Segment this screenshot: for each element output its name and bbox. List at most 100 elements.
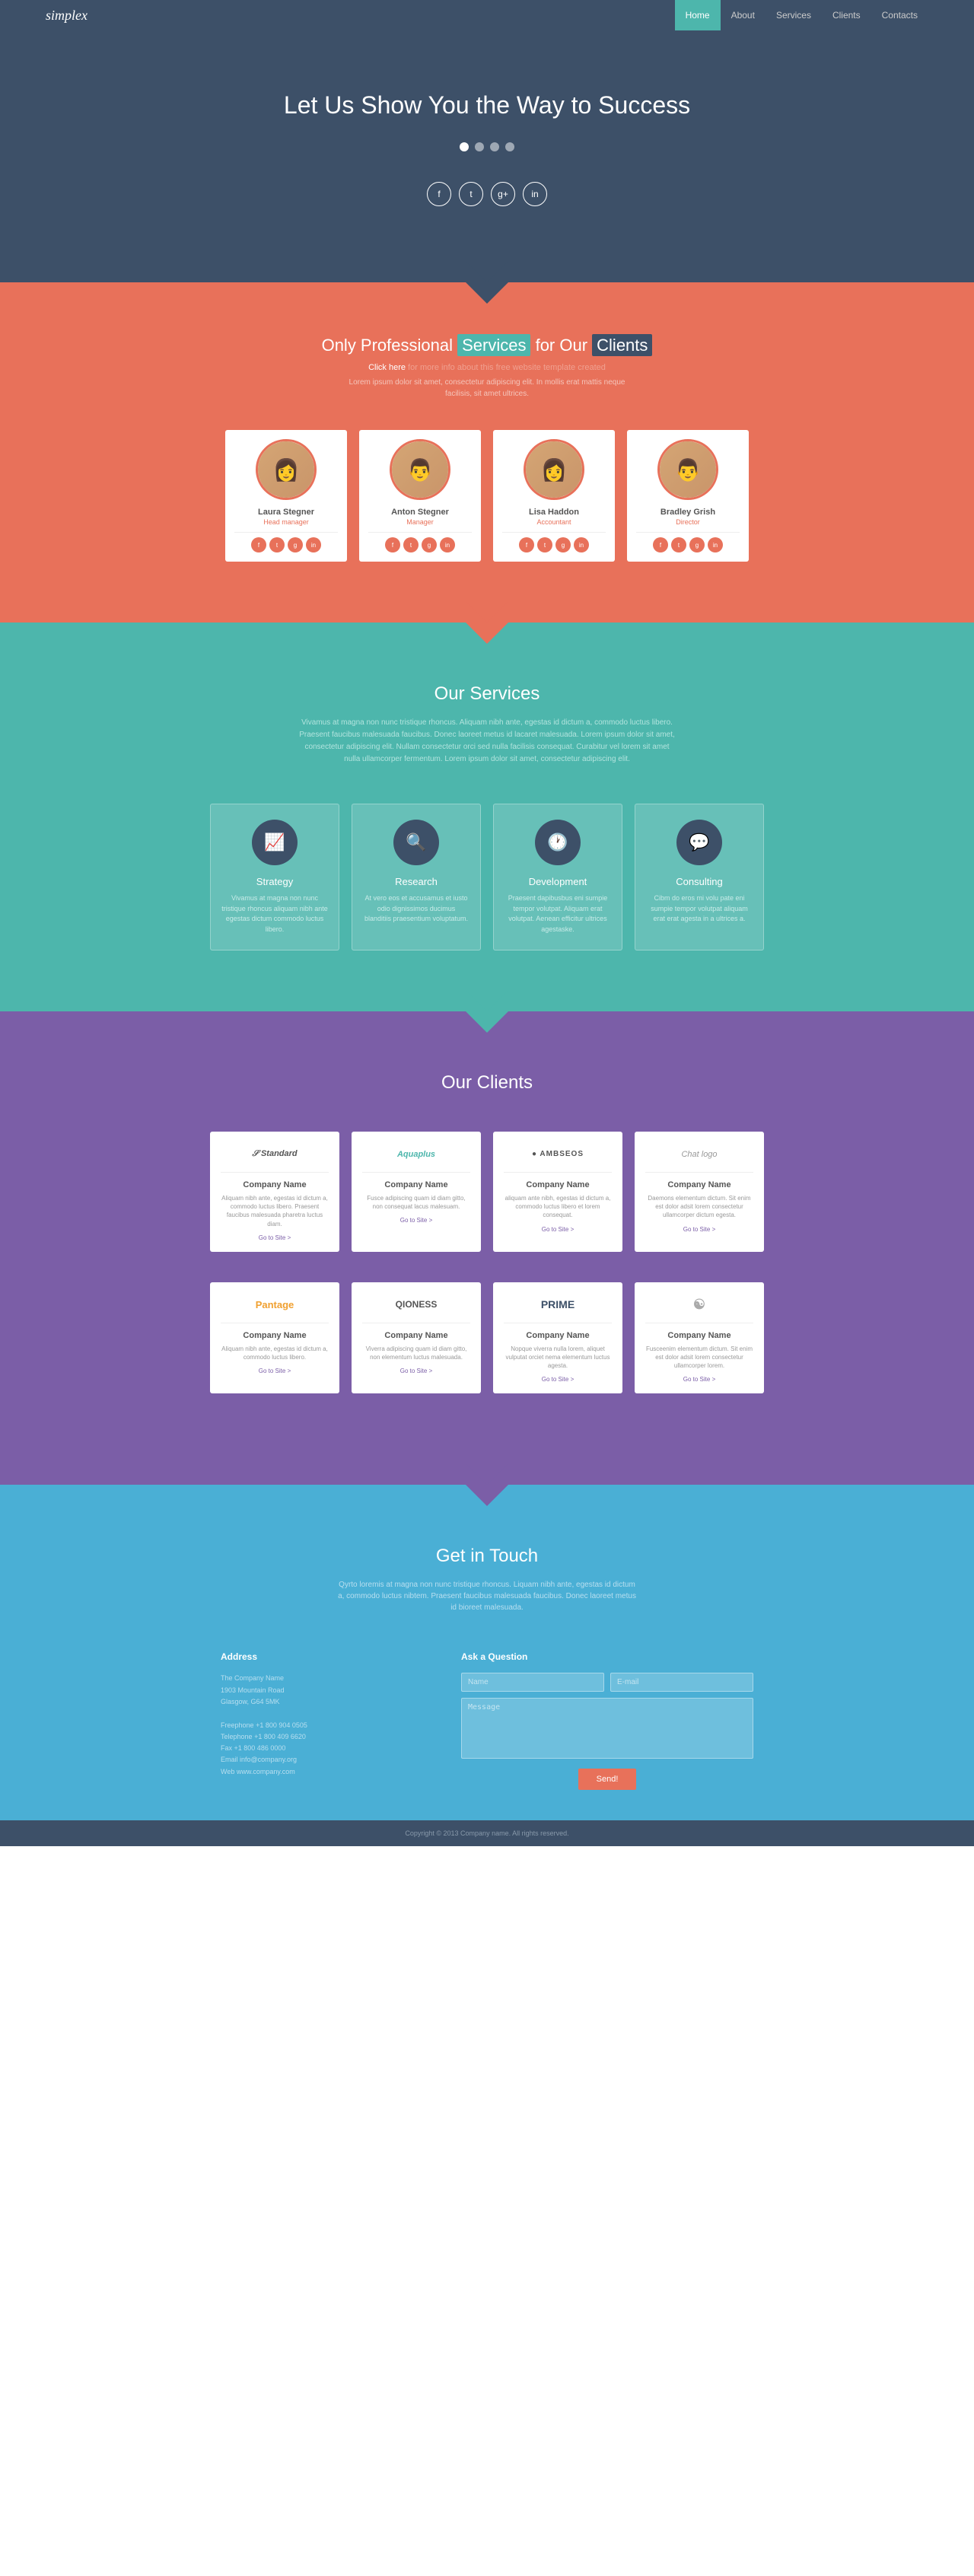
nav-item-services[interactable]: Services: [766, 0, 822, 30]
team-click-here: Click here for more info about this free…: [76, 363, 898, 372]
team-photo-1: 👩: [256, 439, 317, 500]
hero-dot-1[interactable]: [460, 142, 469, 151]
client-link-standard[interactable]: Go to Site >: [221, 1234, 329, 1241]
client-logo-aquaplus: Aquaplus: [362, 1142, 470, 1173]
contact-desc: Qyrto loremis at magna non nunc tristiqu…: [335, 1579, 639, 1613]
client-link-pantage[interactable]: Go to Site >: [221, 1368, 329, 1374]
team-social-t-2[interactable]: t: [403, 537, 419, 552]
team-name-1: Laura Stegner: [234, 508, 338, 517]
team-avatar-1: 👩: [258, 441, 314, 498]
team-social-f-1[interactable]: f: [251, 537, 266, 552]
nav-links: Home About Services Clients Contacts: [675, 0, 928, 30]
contact-email: Email info@company.org: [221, 1754, 415, 1766]
nav-link-services[interactable]: Services: [766, 0, 822, 30]
team-social-f-3[interactable]: f: [519, 537, 534, 552]
team-card-1: 👩 Laura Stegner Head manager f t g in: [225, 430, 347, 562]
nav-item-clients[interactable]: Clients: [822, 0, 871, 30]
team-title-mid: for Our: [530, 336, 592, 355]
hero-socials: f t g+ in: [15, 182, 959, 206]
service-desc-research: At vero eos et accusamus et iusto odio d…: [363, 893, 469, 925]
clients-section-bottom-arrow: [466, 1463, 508, 1485]
address-line2: 1903 Mountain Road: [221, 1685, 415, 1696]
hero-section: Let Us Show You the Way to Success f t g…: [0, 30, 974, 282]
client-card-pantage: Pantage Company Name Aliquam nibh ante, …: [210, 1282, 339, 1394]
consulting-icon: 💬: [676, 820, 722, 865]
social-google[interactable]: g+: [491, 182, 515, 206]
client-link-aquaplus[interactable]: Go to Site >: [362, 1217, 470, 1224]
client-link-qioness[interactable]: Go to Site >: [362, 1368, 470, 1374]
team-social-in-2[interactable]: in: [440, 537, 455, 552]
social-linkedin[interactable]: in: [523, 182, 547, 206]
contact-message-input[interactable]: [461, 1698, 753, 1759]
contact-form-label: Ask a Question: [461, 1651, 753, 1662]
client-link-brand4[interactable]: Go to Site >: [645, 1376, 753, 1383]
client-desc-chat: Daemons elementum dictum. Sit enim est d…: [645, 1194, 753, 1220]
service-title-strategy: Strategy: [221, 876, 328, 887]
service-title-research: Research: [363, 876, 469, 887]
nav-link-home[interactable]: Home: [675, 0, 721, 30]
nav-link-contacts[interactable]: Contacts: [871, 0, 928, 30]
team-social-t-1[interactable]: t: [269, 537, 285, 552]
address-line3: Glasgow, G64 5MK: [221, 1696, 415, 1708]
contact-columns: Address The Company Name 1903 Mountain R…: [221, 1651, 753, 1790]
strategy-icon: 📈: [252, 820, 298, 865]
team-social-g-2[interactable]: g: [422, 537, 437, 552]
team-role-4: Director: [636, 518, 740, 526]
team-social-g-3[interactable]: g: [555, 537, 571, 552]
navbar: simplex Home About Services Clients Cont…: [0, 0, 974, 30]
team-social-f-4[interactable]: f: [653, 537, 668, 552]
team-social-g-4[interactable]: g: [689, 537, 705, 552]
client-link-ambseos[interactable]: Go to Site >: [504, 1226, 612, 1233]
contact-section: Get in Touch Qyrto loremis at magna non …: [0, 1485, 974, 1820]
client-link-chat[interactable]: Go to Site >: [645, 1226, 753, 1233]
service-card-strategy: 📈 Strategy Vivamus at magna non nunc tri…: [210, 804, 339, 950]
team-social-in-1[interactable]: in: [306, 537, 321, 552]
team-title-clients: Clients: [592, 334, 652, 356]
team-avatar-4: 👨: [660, 441, 716, 498]
client-desc-pantage: Aliquam nibh ante, egestas id dictum a, …: [221, 1345, 329, 1361]
team-social-t-3[interactable]: t: [537, 537, 552, 552]
service-card-development: 🕐 Development Praesent dapibusbus eni su…: [493, 804, 622, 950]
team-click-link[interactable]: Click here: [368, 363, 406, 372]
contact-name-input[interactable]: [461, 1673, 604, 1692]
nav-link-about[interactable]: About: [721, 0, 766, 30]
hero-dots: [15, 142, 959, 151]
team-social-f-2[interactable]: f: [385, 537, 400, 552]
clients-grid-row1: 𝒮 Standard Company Name Aliquam nibh ant…: [76, 1132, 898, 1252]
nav-item-contacts[interactable]: Contacts: [871, 0, 928, 30]
client-logotext-ambseos: ● AMBSEOS: [532, 1150, 584, 1158]
social-facebook[interactable]: f: [427, 182, 451, 206]
nav-link-clients[interactable]: Clients: [822, 0, 871, 30]
team-avatar-3: 👩: [526, 441, 582, 498]
team-role-1: Head manager: [234, 518, 338, 526]
client-name-aquaplus: Company Name: [362, 1180, 470, 1189]
hero-dot-3[interactable]: [490, 142, 499, 151]
client-logotext-standard: 𝒮 Standard: [252, 1149, 297, 1159]
contact-submit-button[interactable]: Send!: [578, 1769, 637, 1790]
research-icon: 🔍: [393, 820, 439, 865]
hero-dot-2[interactable]: [475, 142, 484, 151]
team-social-t-4[interactable]: t: [671, 537, 686, 552]
contact-address-label: Address: [221, 1651, 415, 1662]
client-logo-ambseos: ● AMBSEOS: [504, 1142, 612, 1173]
nav-item-home[interactable]: Home: [675, 0, 721, 30]
team-socials-4: f t g in: [636, 537, 740, 552]
team-social-in-3[interactable]: in: [574, 537, 589, 552]
client-card-brand4: ☯ Company Name Fusceenim elementum dictu…: [635, 1282, 764, 1394]
nav-item-about[interactable]: About: [721, 0, 766, 30]
client-name-standard: Company Name: [221, 1180, 329, 1189]
contact-email-input[interactable]: [610, 1673, 753, 1692]
client-desc-qioness: Viverra adipiscing quam id diam gitto, n…: [362, 1345, 470, 1361]
client-name-chat: Company Name: [645, 1180, 753, 1189]
client-logotext-brand4: ☯: [693, 1297, 705, 1313]
client-card-chat: Chat logo Company Name Daemons elementum…: [635, 1132, 764, 1252]
social-twitter[interactable]: t: [459, 182, 483, 206]
team-title-services: Services: [457, 334, 530, 356]
hero-dot-4[interactable]: [505, 142, 514, 151]
team-social-g-1[interactable]: g: [288, 537, 303, 552]
team-social-in-4[interactable]: in: [708, 537, 723, 552]
client-link-prime[interactable]: Go to Site >: [504, 1376, 612, 1383]
team-name-4: Bradley Grish: [636, 508, 740, 517]
hero-headline: Let Us Show You the Way to Success: [15, 91, 959, 119]
client-name-ambseos: Company Name: [504, 1180, 612, 1189]
